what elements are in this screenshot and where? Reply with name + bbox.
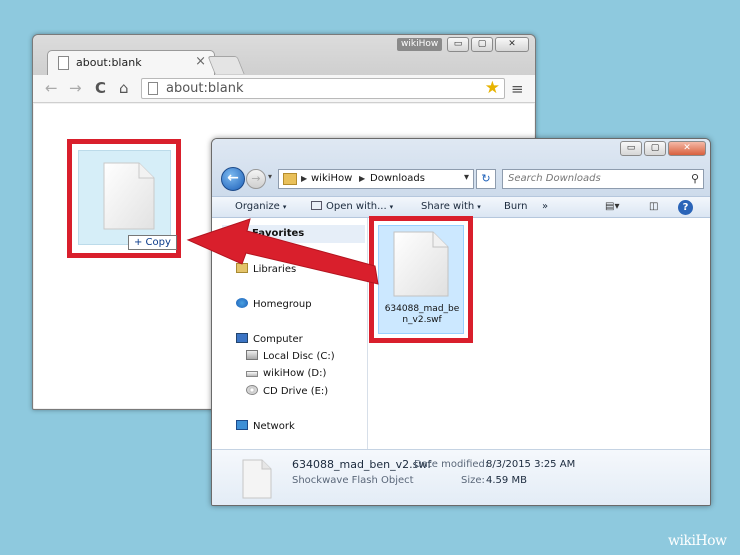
maximize-button[interactable]: ▢ (471, 37, 493, 52)
minimize-button[interactable]: ▭ (620, 141, 642, 156)
organize-button[interactable]: Organize ▾ (235, 201, 286, 212)
details-size-label: Size: (461, 475, 485, 486)
drop-target-highlight: + Copy (67, 139, 181, 258)
preview-pane-icon[interactable]: ◫ (649, 201, 658, 212)
share-with-button[interactable]: Share with ▾ (421, 201, 481, 212)
search-placeholder: Search Downloads (508, 173, 601, 184)
refresh-icon[interactable]: ↻ (476, 169, 496, 189)
browser-tab[interactable]: about:blank × (47, 50, 215, 76)
search-icon[interactable]: ⚲ (691, 172, 699, 185)
view-options-icon[interactable]: ▤▾ (605, 201, 619, 212)
address-bar[interactable]: ▶ wikiHow ▶ Downloads ▾ (278, 169, 474, 189)
computer-icon (236, 333, 248, 343)
dragged-file-ghost[interactable] (78, 150, 171, 245)
forward-arrow-icon[interactable]: → (69, 79, 82, 97)
cd-drive-icon (246, 385, 258, 395)
file-icon (242, 459, 272, 499)
breadcrumb-downloads[interactable]: Downloads (370, 173, 425, 184)
file-name-label: 634088_mad_ben_v2.swf (384, 304, 460, 325)
nav-favorites[interactable]: ★ Favorites (238, 228, 304, 240)
breadcrumb-wikihow[interactable]: wikiHow (311, 173, 352, 184)
details-size-value: 4.59 MB (486, 475, 527, 486)
more-commands-button[interactable]: » (542, 201, 548, 212)
forward-arrow-icon[interactable]: → (246, 169, 266, 189)
tab-close-icon[interactable]: × (195, 54, 206, 69)
navigation-pane: ★ Favorites Libraries Homegroup Computer … (212, 218, 368, 449)
command-bar: Organize ▾ Open with... ▾ Share with ▾ Burn… (212, 196, 710, 218)
maximize-button[interactable]: ▢ (644, 141, 666, 156)
nav-computer[interactable]: Computer (236, 333, 303, 345)
address-bar-url[interactable]: about:blank (166, 81, 244, 96)
profile-badge: wikiHow (397, 38, 443, 51)
libraries-icon (236, 263, 248, 273)
drive-icon (246, 371, 258, 377)
details-modified-label: Date modified: (414, 459, 489, 470)
nav-wikihow-drive[interactable]: wikiHow (D:) (246, 368, 326, 379)
address-dropdown-icon[interactable]: ▾ (464, 172, 469, 183)
network-icon (236, 420, 248, 430)
home-icon[interactable]: ⌂ (119, 79, 129, 97)
file-icon (103, 162, 155, 230)
bookmark-star-icon[interactable]: ★ (485, 78, 500, 98)
help-icon[interactable]: ? (678, 200, 693, 215)
recent-pages-chevron-icon[interactable]: ▾ (268, 172, 272, 181)
source-file-highlight: 634088_mad_ben_v2.swf (369, 216, 473, 343)
breadcrumb-separator-icon[interactable]: ▶ (301, 174, 307, 183)
browser-toolbar: ← → C ⌂ about:blank ★ ≡ (33, 75, 535, 103)
close-button[interactable]: ✕ (495, 37, 529, 52)
breadcrumb-separator-icon[interactable]: ▶ (359, 174, 365, 183)
copy-badge: + Copy (128, 235, 177, 250)
minimize-button[interactable]: ▭ (447, 37, 469, 52)
nav-network[interactable]: Network (236, 420, 295, 432)
nav-local-disc[interactable]: Local Disc (C:) (246, 350, 335, 362)
folder-icon (283, 173, 297, 185)
search-input[interactable]: Search Downloads ⚲ (502, 169, 704, 189)
window-icon (311, 201, 322, 210)
details-pane: 634088_mad_ben_v2.swf Shockwave Flash Ob… (212, 449, 710, 505)
back-arrow-icon[interactable]: ← (221, 167, 245, 191)
page-icon (58, 56, 69, 70)
details-modified-value: 8/3/2015 3:25 AM (486, 459, 576, 470)
watermark-logo: wikiHow (668, 533, 727, 549)
nav-cd-drive[interactable]: CD Drive (E:) (246, 385, 328, 397)
back-arrow-icon[interactable]: ← (45, 79, 58, 97)
nav-libraries[interactable]: Libraries (236, 263, 296, 275)
details-file-name: 634088_mad_ben_v2.swf (292, 458, 432, 471)
tab-label: about:blank (76, 56, 142, 69)
menu-icon[interactable]: ≡ (511, 80, 524, 98)
nav-homegroup[interactable]: Homegroup (236, 298, 312, 310)
details-file-type: Shockwave Flash Object (292, 475, 414, 486)
close-button[interactable]: ✕ (668, 141, 706, 156)
file-icon (393, 231, 449, 297)
page-icon (148, 82, 158, 95)
reload-icon[interactable]: C (95, 79, 106, 97)
star-icon: ★ (238, 229, 247, 240)
hard-drive-icon (246, 350, 258, 360)
burn-button[interactable]: Burn (504, 201, 527, 212)
address-bar[interactable]: about:blank ★ (141, 78, 505, 99)
open-with-button[interactable]: Open with... ▾ (311, 201, 393, 212)
homegroup-icon (236, 298, 248, 308)
